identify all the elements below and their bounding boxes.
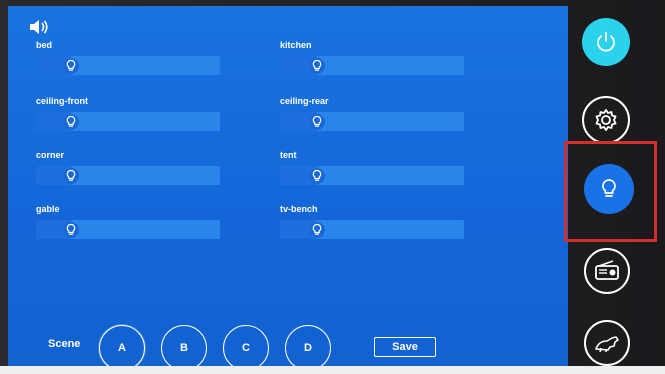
light-label: corner xyxy=(36,150,65,160)
speaker-icon[interactable] xyxy=(28,18,50,36)
light-label: kitchen xyxy=(280,40,312,50)
radio-button[interactable] xyxy=(584,248,630,294)
dimmer-slider[interactable] xyxy=(36,112,220,131)
dimmer-slider[interactable] xyxy=(280,112,464,131)
light-label: tent xyxy=(280,150,297,160)
light-tv-bench: tv-bench xyxy=(280,204,464,240)
light-ceiling-rear: ceiling-rear xyxy=(280,96,464,132)
scene-button-c[interactable]: C xyxy=(223,325,269,371)
radio-icon xyxy=(595,260,619,280)
light-tent: tent xyxy=(280,150,464,186)
light-kitchen: kitchen xyxy=(280,40,464,76)
lightbulb-icon[interactable] xyxy=(62,113,80,131)
photo-edge-bottom xyxy=(0,366,665,374)
light-control-screen: bed kitchen ceiling-front ceiling-rear c… xyxy=(8,6,568,371)
scene-button-b[interactable]: B xyxy=(161,325,207,371)
scene-label: Scene xyxy=(48,338,81,350)
pet-icon xyxy=(595,336,619,353)
lightbulb-icon[interactable] xyxy=(308,57,326,75)
gear-icon xyxy=(595,109,617,131)
lightbulb-icon[interactable] xyxy=(62,57,80,75)
light-label: tv-bench xyxy=(280,204,318,214)
light-label: ceiling-rear xyxy=(280,96,329,106)
lightbulb-icon[interactable] xyxy=(62,221,80,239)
dimmer-slider[interactable] xyxy=(36,56,220,75)
settings-button[interactable] xyxy=(582,96,630,144)
scene-button-d[interactable]: D xyxy=(285,325,331,371)
dimmer-slider[interactable] xyxy=(280,166,464,185)
lightbulb-icon[interactable] xyxy=(308,113,326,131)
light-label: bed xyxy=(36,40,53,50)
dimmer-slider[interactable] xyxy=(36,166,220,185)
pet-button[interactable] xyxy=(584,320,630,366)
light-bed: bed xyxy=(36,40,220,76)
lightbulb-icon xyxy=(602,179,616,197)
dimmer-slider[interactable] xyxy=(280,56,464,75)
light-ceiling-front: ceiling-front xyxy=(36,96,220,132)
lightbulb-icon[interactable] xyxy=(62,167,80,185)
light-corner: corner xyxy=(36,150,220,186)
light-label: ceiling-front xyxy=(36,96,88,106)
save-button[interactable]: Save xyxy=(374,337,436,357)
dimmer-slider[interactable] xyxy=(36,220,220,239)
power-icon xyxy=(597,31,615,52)
power-button[interactable] xyxy=(582,18,630,66)
light-gable: gable xyxy=(36,204,220,240)
dimmer-slider[interactable] xyxy=(280,220,464,239)
lights-button[interactable] xyxy=(584,164,634,214)
lightbulb-icon[interactable] xyxy=(308,221,326,239)
scene-button-a[interactable]: A xyxy=(99,325,145,371)
light-label: gable xyxy=(36,204,60,214)
lightbulb-icon[interactable] xyxy=(308,167,326,185)
